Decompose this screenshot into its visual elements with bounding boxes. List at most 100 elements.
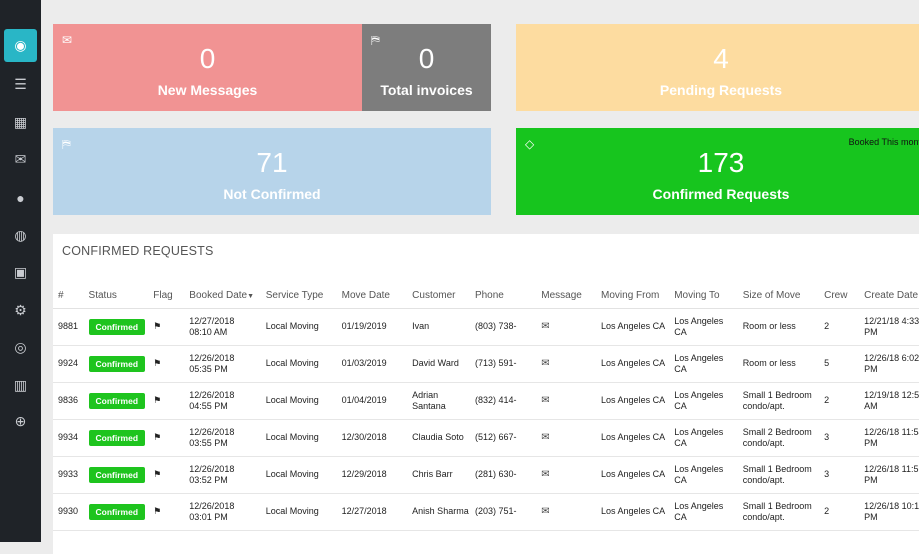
support-icon[interactable]: ◎ <box>4 331 37 364</box>
booked-time: 03:52 PM <box>189 475 228 485</box>
table-row[interactable]: 9933 Confirmed ⚑ 12/26/2018 03:52 PM Local Mo… <box>53 456 919 494</box>
user-icon[interactable]: ● <box>4 181 37 214</box>
new-messages-count: 0 <box>199 43 216 74</box>
col-moving-to[interactable]: Moving To <box>669 282 738 309</box>
total-invoices-card[interactable]: ⛿ 0 Total invoices <box>362 24 491 111</box>
col-customer[interactable]: Customer <box>407 282 470 309</box>
customer-name: Adrian Santana <box>412 389 446 411</box>
status-cell: Confirmed <box>83 493 149 531</box>
envelope-icon[interactable]: ✉ <box>541 358 549 369</box>
cogs-icon[interactable]: ⚙ <box>4 294 37 327</box>
table-row[interactable]: 9881 Confirmed ⚑ 12/27/2018 08:10 AM Local Mo… <box>53 308 919 346</box>
envelope-icon[interactable]: ✉ <box>541 321 549 332</box>
col-phone[interactable]: Phone <box>469 282 537 309</box>
not-confirmed-card[interactable]: ⛿ 71 Not Confirmed <box>53 128 491 215</box>
row-id: 9930 <box>53 493 84 531</box>
status-badge[interactable]: Confirmed <box>88 355 146 373</box>
size-of-move-cell: Small 1 Bedroom condo/apt. <box>737 493 820 531</box>
moving-from: Los Angeles CA <box>601 358 666 369</box>
booked-this-month-note: Booked This month <box>848 137 919 147</box>
message-cell: ✉ <box>536 456 597 494</box>
new-messages-card[interactable]: ✉ 0 New Messages <box>53 24 362 111</box>
moving-from-cell: Los Angeles CA <box>596 382 670 420</box>
col-create-date[interactable]: Create Date <box>859 282 919 309</box>
status-badge[interactable]: Confirmed <box>88 503 146 521</box>
moving-from-cell: Los Angeles CA <box>596 345 670 383</box>
booked-date-cell: 12/26/2018 04:55 PM <box>184 382 261 420</box>
crew-cell: 2 <box>819 493 860 531</box>
panel-title: CONFIRMED REQUESTS <box>62 244 214 258</box>
table-row[interactable]: 9934 Confirmed ⚑ 12/26/2018 03:55 PM Local Mo… <box>53 419 919 457</box>
booked-date: 12/26/2018 <box>189 426 235 437</box>
create-date-period: PM <box>864 327 878 337</box>
col-moving-from[interactable]: Moving From <box>596 282 670 309</box>
col-message[interactable]: Message <box>536 282 597 309</box>
pending-requests-card[interactable]: 4 Pending Requests <box>516 24 919 111</box>
confirmed-requests-card[interactable]: ◇ Booked This month 173 Confirmed Reques… <box>516 128 919 215</box>
envelope-icon[interactable]: ✉ <box>541 395 549 406</box>
moving-to-cell: Los Angeles CA <box>669 382 738 420</box>
col-booked-date[interactable]: Booked Date▼ <box>184 282 261 309</box>
table-row[interactable]: 9924 Confirmed ⚑ 12/26/2018 05:35 PM Local Mo… <box>53 345 919 383</box>
service-type-cell: Local Moving <box>260 382 337 420</box>
globe-icon[interactable]: ◍ <box>4 219 37 252</box>
flag-icon[interactable]: ⚑ <box>153 469 161 479</box>
col-service-type[interactable]: Service Type <box>260 282 337 309</box>
envelope-icon[interactable]: ✉ <box>541 506 549 517</box>
customer-cell[interactable]: Adrian Santana <box>407 382 470 420</box>
status-badge[interactable]: Confirmed <box>88 429 146 447</box>
status-cell: Confirmed <box>83 382 149 420</box>
booked-date: 12/26/2018 <box>189 463 235 474</box>
customer-cell[interactable]: David Ward <box>407 345 470 383</box>
status-cell: Confirmed <box>83 308 149 346</box>
move-date-cell: 01/03/2019 <box>336 345 408 383</box>
customer-cell[interactable]: Chris Barr <box>407 456 470 494</box>
status-badge[interactable]: Confirmed <box>88 392 146 410</box>
create-date-cell: 12/26/18 11:54 PM <box>859 419 919 457</box>
status-badge[interactable]: Confirmed <box>88 318 146 336</box>
customer-cell[interactable]: Anish Sharma <box>407 493 470 531</box>
col-size-of-move[interactable]: Size of Move <box>737 282 820 309</box>
confirmed-requests-table: # Status Flag Booked Date▼ Service Type … <box>53 282 919 531</box>
confirmed-requests-label: Confirmed Requests <box>652 186 790 202</box>
customer-cell[interactable]: Ivan <box>407 308 470 346</box>
table-row[interactable]: 9930 Confirmed ⚑ 12/26/2018 03:01 PM Local Mo… <box>53 493 919 531</box>
list-icon[interactable]: ☰ <box>4 68 37 101</box>
col-move-date[interactable]: Move Date <box>336 282 408 309</box>
flag-icon[interactable]: ⚑ <box>153 321 161 331</box>
language-icon[interactable]: ⊕ <box>4 405 37 438</box>
flag-icon[interactable]: ⚑ <box>153 432 161 442</box>
col-crew[interactable]: Crew <box>819 282 860 309</box>
row-id: 9933 <box>53 456 84 494</box>
calendar-icon[interactable]: ▦ <box>4 106 37 139</box>
moving-from-cell: Los Angeles CA <box>596 308 670 346</box>
envelope-icon[interactable]: ✉ <box>541 432 549 443</box>
envelope-icon[interactable]: ✉ <box>541 469 549 480</box>
create-date-period: PM <box>864 364 878 374</box>
create-date: 12/26/18 10:15 <box>864 500 919 511</box>
flag-icon[interactable]: ⚑ <box>153 358 161 368</box>
create-date: 12/26/18 11:51 <box>864 463 919 474</box>
col-flag[interactable]: Flag <box>148 282 185 309</box>
booked-date-cell: 12/26/2018 05:35 PM <box>184 345 261 383</box>
archive-icon[interactable]: ▣ <box>4 256 37 289</box>
moving-to: Los Angeles CA <box>674 426 724 448</box>
envelope-icon[interactable]: ✉ <box>4 143 37 176</box>
flag-icon[interactable]: ⚑ <box>153 395 161 405</box>
flag-cell: ⚑ <box>148 308 185 346</box>
flag-icon[interactable]: ⚑ <box>153 506 161 516</box>
moving-to-cell: Los Angeles CA <box>669 456 738 494</box>
moving-to: Los Angeles CA <box>674 315 724 337</box>
customer-cell[interactable]: Claudia Soto <box>407 419 470 457</box>
dashboard-icon[interactable]: ◉ <box>4 29 37 62</box>
status-badge[interactable]: Confirmed <box>88 466 146 484</box>
col-status[interactable]: Status <box>83 282 149 309</box>
col-id[interactable]: # <box>53 282 84 309</box>
move-date-cell: 12/29/2018 <box>336 456 408 494</box>
moving-from: Los Angeles CA <box>601 506 666 517</box>
booked-time: 03:55 PM <box>189 438 228 448</box>
moving-from: Los Angeles CA <box>601 469 666 480</box>
flag-cell: ⚑ <box>148 419 185 457</box>
chart-icon[interactable]: ▥ <box>4 369 37 402</box>
table-row[interactable]: 9836 Confirmed ⚑ 12/26/2018 04:55 PM Local Mo… <box>53 382 919 420</box>
